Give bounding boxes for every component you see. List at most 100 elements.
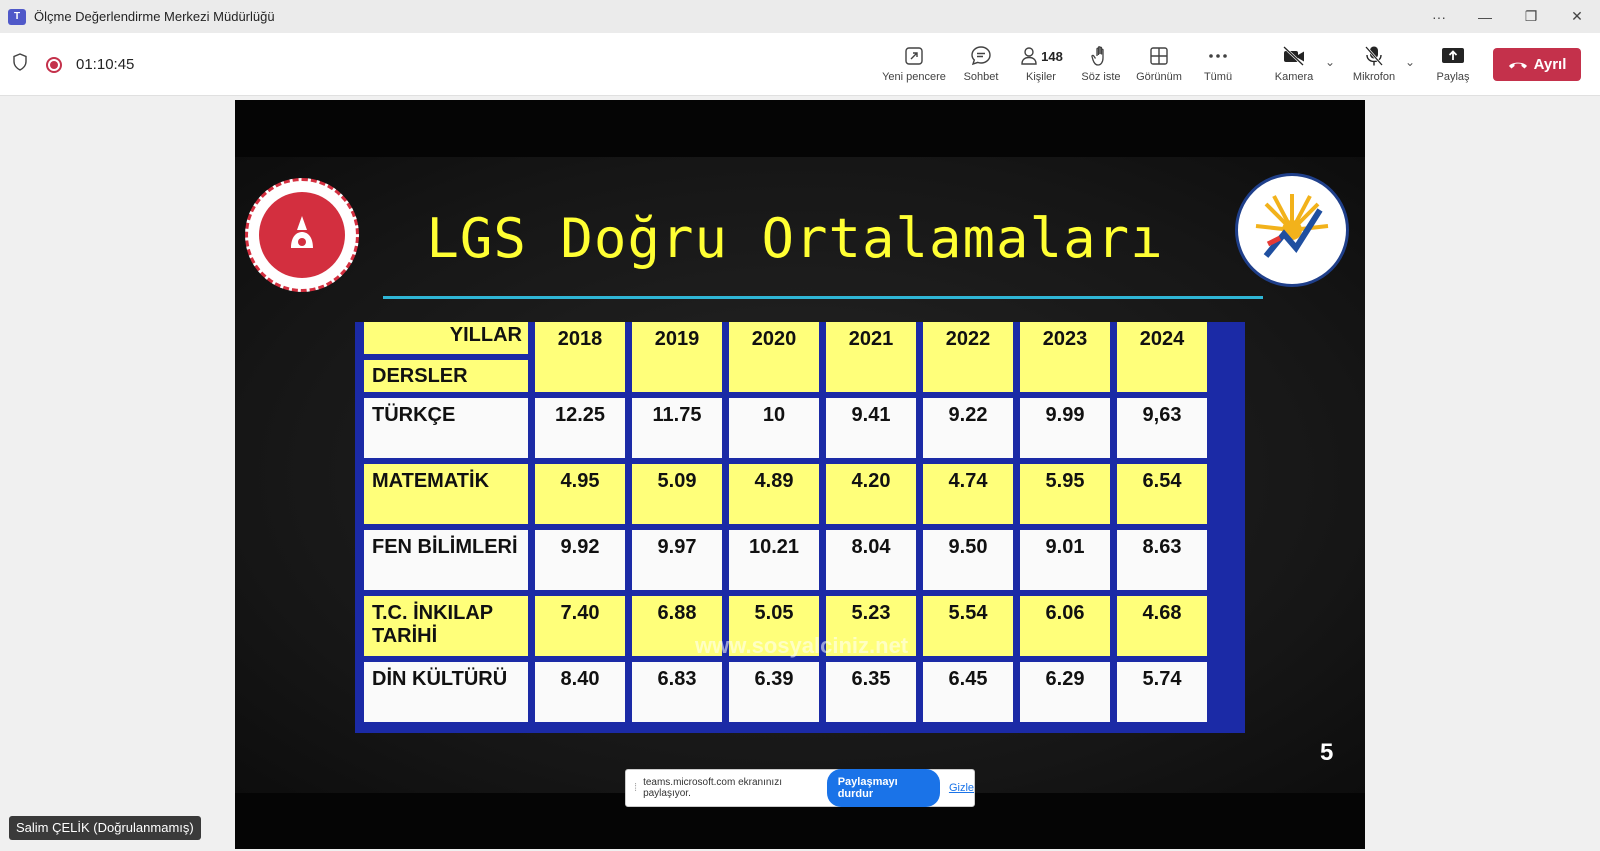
view-label: Görünüm [1136, 71, 1182, 83]
share-button[interactable]: Paylaş [1418, 43, 1488, 83]
people-label: Kişiler [1026, 71, 1056, 83]
title-underline [383, 296, 1263, 299]
subject-cell: DİN KÜLTÜRÜ [364, 662, 528, 722]
value-cell: 6.39 [729, 662, 819, 722]
lgs-averages-table: YILLAR DERSLER 2018 2019 2020 2021 2022 … [355, 322, 1245, 733]
shared-screen: LGS Doğru Ortalamaları YILLAR DERSLER 20… [235, 100, 1365, 849]
value-cell: 6.54 [1117, 464, 1207, 524]
table-corner-cell: YILLAR DERSLER [364, 322, 528, 392]
slide-page-number: 5 [1320, 739, 1334, 766]
subject-cell: FEN BİLİMLERİ [364, 530, 528, 590]
value-cell: 6.29 [1020, 662, 1110, 722]
table-row: DİN KÜLTÜRÜ 8.40 6.83 6.39 6.35 6.45 6.2… [364, 662, 1207, 722]
value-cell: 9.99 [1020, 398, 1110, 458]
more-options-icon[interactable]: ··· [1416, 0, 1462, 33]
value-cell: 5.95 [1020, 464, 1110, 524]
microphone-options-chevron-icon[interactable]: ⌄ [1405, 55, 1415, 69]
nevsehir-governorship-logo [245, 178, 359, 292]
meeting-toolbar: 01:10:45 Yeni pencere Sohbet 148 Kişiler… [0, 33, 1600, 96]
value-cell: 6.45 [923, 662, 1013, 722]
drag-handle-icon[interactable]: ⁞ [634, 782, 637, 794]
subject-cell: MATEMATİK [364, 464, 528, 524]
value-cell: 4.89 [729, 464, 819, 524]
year-header-cell: 2024 [1117, 322, 1207, 392]
value-cell: 9.97 [632, 530, 722, 590]
value-cell: 10 [729, 398, 819, 458]
microphone-label: Mikrofon [1352, 71, 1396, 83]
table-row: TÜRKÇE 12.25 11.75 10 9.41 9.22 9.99 9,6… [364, 398, 1207, 458]
value-cell: 4.74 [923, 464, 1013, 524]
camera-options-chevron-icon[interactable]: ⌄ [1325, 55, 1335, 69]
measurement-evaluation-center-logo [1235, 173, 1349, 287]
value-cell: 6.06 [1020, 596, 1110, 656]
presentation-slide: LGS Doğru Ortalamaları YILLAR DERSLER 20… [235, 157, 1365, 793]
table-row: FEN BİLİMLERİ 9.92 9.97 10.21 8.04 9.50 … [364, 530, 1207, 590]
value-cell: 7.40 [535, 596, 625, 656]
year-header-cell: 2021 [826, 322, 916, 392]
slide-title: LGS Doğru Ortalamaları [426, 207, 1164, 270]
chat-label: Sohbet [963, 71, 999, 83]
year-header-cell: 2020 [729, 322, 819, 392]
stop-sharing-button[interactable]: Paylaşmayı durdur [826, 769, 940, 807]
microphone-button[interactable]: Mikrofon [1339, 43, 1409, 83]
people-icon: 148 [1019, 43, 1063, 69]
subjects-header: DERSLER [364, 360, 528, 392]
camera-label: Kamera [1274, 71, 1314, 83]
value-cell: 8.63 [1117, 530, 1207, 590]
value-cell: 9.92 [535, 530, 625, 590]
value-cell: 10.21 [729, 530, 819, 590]
meeting-status: 01:10:45 [12, 33, 134, 96]
value-cell: 9.01 [1020, 530, 1110, 590]
value-cell: 4.20 [826, 464, 916, 524]
more-button[interactable]: Tümü [1183, 43, 1253, 83]
shield-icon[interactable] [12, 53, 28, 76]
leave-button[interactable]: Ayrıl [1493, 48, 1581, 81]
value-cell: 9.22 [923, 398, 1013, 458]
window-controls: ··· — ❐ ✕ [1416, 0, 1600, 33]
meeting-timer: 01:10:45 [76, 56, 135, 73]
raise-hand-label: Söz iste [1081, 71, 1121, 83]
participant-count: 148 [1041, 48, 1063, 64]
value-cell: 4.68 [1117, 596, 1207, 656]
year-header-cell: 2019 [632, 322, 722, 392]
raise-hand-icon [1091, 43, 1111, 69]
screen-share-notification: ⁞ teams.microsoft.com ekranınızı paylaşı… [625, 769, 975, 807]
minimize-button[interactable]: — [1462, 0, 1508, 33]
value-cell: 5.74 [1117, 662, 1207, 722]
share-label: Paylaş [1436, 71, 1470, 83]
camera-off-icon [1282, 43, 1306, 69]
leave-label: Ayrıl [1533, 56, 1567, 73]
years-header: YILLAR [364, 322, 528, 354]
sharing-message: teams.microsoft.com ekranınızı paylaşıyo… [643, 777, 782, 799]
value-cell: 6.83 [632, 662, 722, 722]
new-window-label: Yeni pencere [882, 71, 946, 83]
subject-cell: TÜRKÇE [364, 398, 528, 458]
chat-icon [970, 43, 992, 69]
share-icon [1441, 43, 1465, 69]
year-header-cell: 2023 [1020, 322, 1110, 392]
mic-off-icon [1363, 43, 1385, 69]
more-icon [1208, 43, 1228, 69]
close-button[interactable]: ✕ [1554, 0, 1600, 33]
subject-cell: T.C. İNKILAP TARİHİ [364, 596, 528, 656]
participant-name-tag: Salim ÇELİK (Doğrulanmamış) [9, 816, 201, 840]
recording-icon [46, 56, 62, 73]
value-cell: 4.95 [535, 464, 625, 524]
more-label: Tümü [1203, 71, 1233, 83]
value-cell: 8.04 [826, 530, 916, 590]
new-window-button[interactable]: Yeni pencere [879, 43, 949, 83]
value-cell: 9,63 [1117, 398, 1207, 458]
value-cell: 11.75 [632, 398, 722, 458]
restore-button[interactable]: ❐ [1508, 0, 1554, 33]
value-cell: 9.50 [923, 530, 1013, 590]
camera-button[interactable]: Kamera [1259, 43, 1329, 83]
new-window-icon [904, 43, 924, 69]
value-cell: 5.09 [632, 464, 722, 524]
value-cell: 5.54 [923, 596, 1013, 656]
value-cell: 9.41 [826, 398, 916, 458]
title-bar: T Ölçme Değerlendirme Merkezi Müdürlüğü … [0, 0, 1600, 33]
hide-link[interactable]: Gizle [949, 782, 974, 794]
value-cell: 12.25 [535, 398, 625, 458]
watermark: www.sosyalciniz.net [695, 633, 909, 658]
year-header-cell: 2018 [535, 322, 625, 392]
